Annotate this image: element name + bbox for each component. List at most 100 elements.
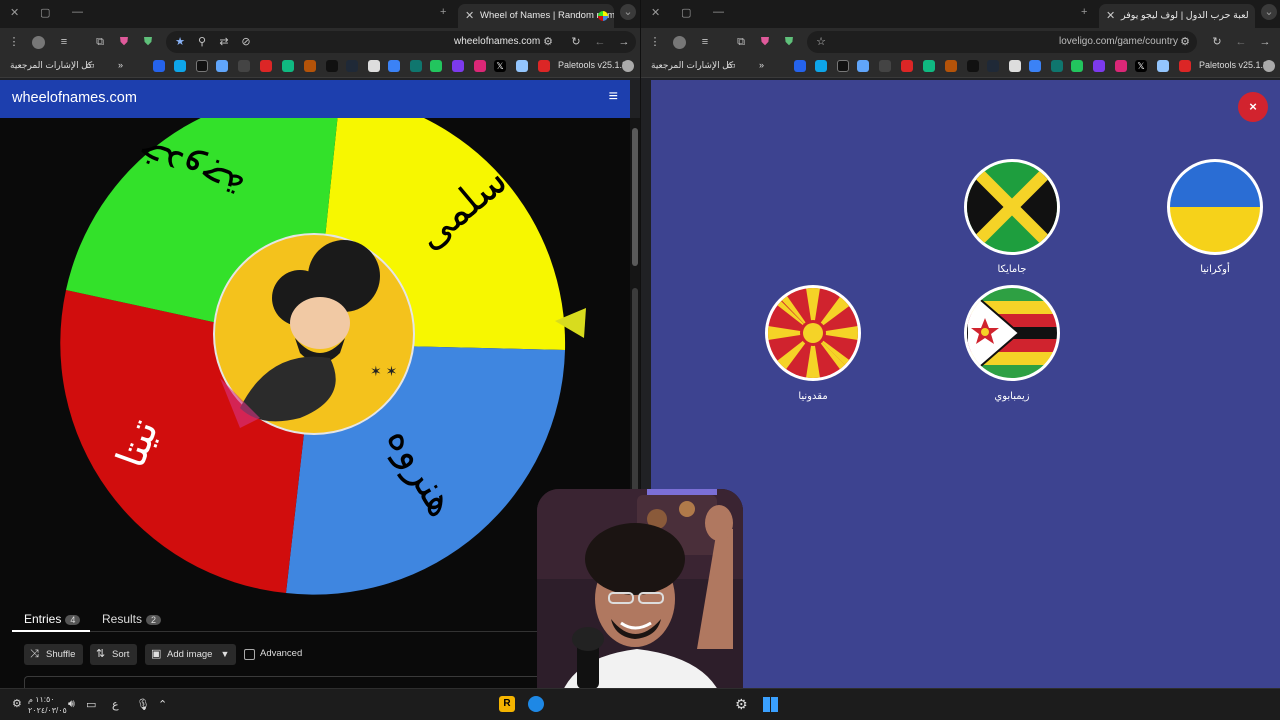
x-icon[interactable]: 𝕏	[494, 60, 506, 72]
bookmark-star-icon[interactable]: ☆	[813, 34, 829, 50]
close-game-button[interactable]: ×	[1238, 92, 1268, 122]
show-hidden-icons-icon[interactable]: ⌃	[158, 698, 167, 711]
flag-jamaica[interactable]	[964, 159, 1060, 255]
site-settings-icon[interactable]: ⚙	[1177, 34, 1193, 50]
back-icon[interactable]: →	[1257, 34, 1273, 50]
site-title[interactable]: wheelofnames.com	[12, 90, 137, 106]
tab-entries[interactable]: Entries 4	[24, 612, 81, 626]
bookmark-icon[interactable]	[1093, 60, 1105, 72]
menu-dots-icon[interactable]: ⋮	[6, 34, 22, 50]
bookmark-icon[interactable]	[153, 60, 165, 72]
reload-icon[interactable]: ↻	[1209, 34, 1225, 50]
bookmark-icon[interactable]	[879, 60, 891, 72]
hamburger-menu-icon[interactable]: ≡	[609, 88, 618, 106]
tab-wheel-of-names[interactable]: ✕ Wheel of Names | Random nam	[458, 4, 614, 28]
bookmark-star-icon[interactable]: ★	[172, 34, 188, 50]
bookmark-icon[interactable]	[326, 60, 338, 72]
bookmark-icon[interactable]	[452, 60, 464, 72]
profile-avatar[interactable]	[32, 36, 45, 49]
minimize-icon[interactable]: —	[72, 6, 83, 18]
flag-north-macedonia[interactable]	[765, 285, 861, 381]
bookmark-icon[interactable]	[1157, 60, 1169, 72]
all-bookmarks-folder[interactable]: كل الإشارات المرجعية	[651, 60, 733, 71]
maximize-icon[interactable]: ▢	[681, 6, 691, 19]
reading-list-icon[interactable]: ≡	[56, 34, 72, 50]
url-text[interactable]: wheelofnames.com	[454, 36, 540, 47]
bookmark-icon[interactable]	[1115, 60, 1127, 72]
bookmark-icon[interactable]	[987, 60, 999, 72]
bookmark-icon[interactable]	[516, 60, 528, 72]
bookmark-icon[interactable]	[923, 60, 935, 72]
input-language[interactable]: ع	[112, 698, 119, 711]
bookmark-icon[interactable]	[1051, 60, 1063, 72]
more-bookmarks-icon[interactable]: »	[759, 60, 764, 70]
menu-dots-icon[interactable]: ⋮	[647, 34, 663, 50]
forward-icon[interactable]: ←	[592, 34, 608, 50]
tab-search-icon[interactable]: ⌄	[620, 4, 636, 20]
address-bar[interactable]: ★ ⚲ ⇄ ⊘ wheelofnames.com ⚙	[166, 31, 636, 53]
tab-close-icon[interactable]: ✕	[465, 4, 474, 28]
x-icon[interactable]: 𝕏	[1135, 60, 1147, 72]
youtube-icon[interactable]	[538, 60, 550, 72]
microphone-icon[interactable]: 🎙︎	[136, 698, 150, 711]
bookmark-icon[interactable]	[174, 60, 186, 72]
bookmark-icon[interactable]	[1071, 60, 1083, 72]
globe-icon[interactable]	[622, 60, 634, 72]
bookmark-icon[interactable]	[815, 60, 827, 72]
add-image-button[interactable]: ▣ Add image ▼	[145, 644, 237, 665]
shuffle-button[interactable]: ⤨ Shuffle	[24, 644, 84, 665]
back-icon[interactable]: →	[616, 34, 632, 50]
bookmark-icon[interactable]	[857, 60, 869, 72]
camera-off-icon[interactable]: ⊘	[238, 34, 254, 50]
profile-avatar[interactable]	[673, 36, 686, 49]
bookmark-icon[interactable]	[945, 60, 957, 72]
minimize-icon[interactable]: —	[713, 6, 724, 18]
ublock-icon[interactable]: ⛊	[116, 34, 132, 50]
network-icon[interactable]: ⚙	[12, 697, 22, 710]
shield-extension-icon[interactable]: ⛊	[781, 34, 797, 50]
bookmark-icon[interactable]	[388, 60, 400, 72]
tab-results[interactable]: Results 2	[102, 612, 162, 626]
bookmark-icon[interactable]	[238, 60, 250, 72]
zoom-icon[interactable]: ⚲	[194, 34, 210, 50]
more-bookmarks-icon[interactable]: »	[118, 60, 123, 70]
site-settings-icon[interactable]: ⚙	[540, 34, 556, 50]
display-icon[interactable]: ▭	[86, 698, 96, 711]
maximize-icon[interactable]: ▢	[40, 6, 50, 19]
bookmark-icon[interactable]	[304, 60, 316, 72]
bookmark-icon[interactable]	[430, 60, 442, 72]
tab-close-icon[interactable]: ✕	[1106, 4, 1115, 28]
ublock-icon[interactable]: ⛊	[757, 34, 773, 50]
all-bookmarks-folder[interactable]: كل الإشارات المرجعية	[10, 60, 92, 71]
bookmark-icon[interactable]	[967, 60, 979, 72]
sort-button[interactable]: ⇅ Sort	[90, 644, 138, 665]
shield-extension-icon[interactable]: ⛊	[140, 34, 156, 50]
paletools-bookmark[interactable]: Paletools v25.1.9	[1199, 60, 1268, 70]
bookmark-icon[interactable]	[410, 60, 422, 72]
bookmark-icon[interactable]	[216, 60, 228, 72]
bookmark-icon[interactable]	[346, 60, 358, 72]
clock[interactable]: ١١:٥٠ م ٢٠٢٤/٠٣/٠٥	[28, 694, 67, 716]
extensions-icon[interactable]: ⧉	[92, 34, 108, 50]
extensions-icon[interactable]: ⧉	[733, 34, 749, 50]
tab-country-game[interactable]: ✕ لعبة حرب الدول | لوف ليجو يوفر	[1099, 4, 1255, 28]
entries-textarea[interactable]	[24, 676, 564, 688]
bookmark-icon[interactable]	[282, 60, 294, 72]
new-tab-icon[interactable]: +	[1081, 6, 1087, 18]
bookmark-icon[interactable]	[901, 60, 913, 72]
reload-icon[interactable]: ↻	[568, 34, 584, 50]
tab-search-icon[interactable]: ⌄	[1261, 4, 1277, 20]
bookmark-icon[interactable]	[260, 60, 272, 72]
flag-ukraine[interactable]	[1167, 159, 1263, 255]
bookmark-icon[interactable]	[1009, 60, 1021, 72]
bookmark-icon[interactable]	[196, 60, 208, 72]
bookmark-icon[interactable]	[474, 60, 486, 72]
close-window-icon[interactable]: ✕	[651, 6, 660, 19]
rockstar-icon[interactable]: R	[499, 696, 515, 712]
reading-list-icon[interactable]: ≡	[697, 34, 713, 50]
app-taskbar-icon[interactable]	[528, 696, 544, 712]
advanced-checkbox[interactable]	[244, 649, 255, 660]
globe-icon[interactable]	[1263, 60, 1275, 72]
settings-icon[interactable]: ⚙	[735, 696, 748, 713]
bookmark-icon[interactable]	[1029, 60, 1041, 72]
